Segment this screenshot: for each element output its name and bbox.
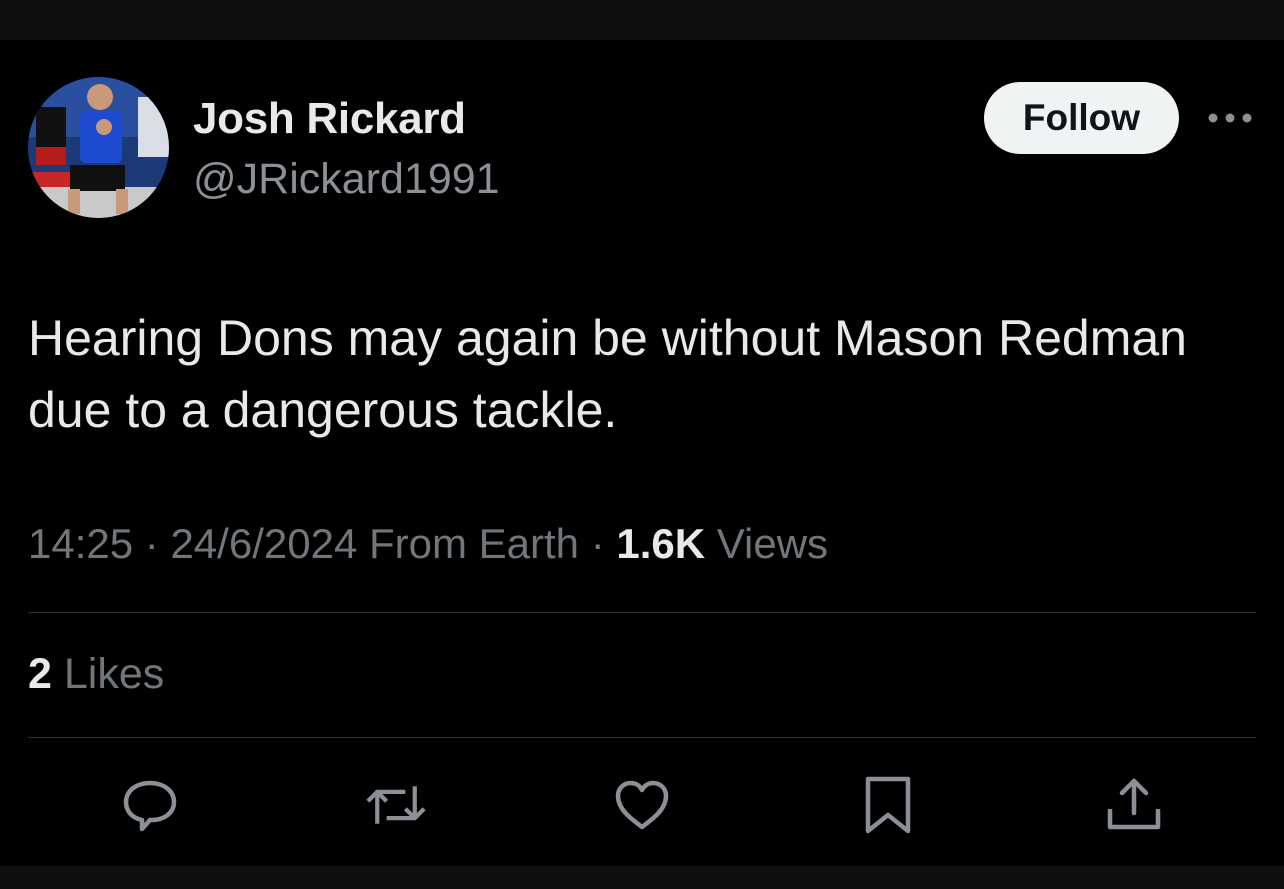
reply-button[interactable] bbox=[120, 775, 180, 835]
tweet-metadata: 14:25 · 24/6/2024 From Earth · 1.6K View… bbox=[28, 520, 828, 568]
like-button[interactable] bbox=[612, 775, 672, 835]
share-icon bbox=[1107, 778, 1161, 830]
tweet-text: Hearing Dons may again be without Mason … bbox=[28, 310, 1187, 438]
tweet-time[interactable]: 14:25 bbox=[28, 520, 133, 567]
views-count: 1.6K bbox=[616, 520, 706, 567]
divider bbox=[28, 612, 1256, 613]
retweet-button[interactable] bbox=[366, 775, 426, 835]
more-dots-icon[interactable] bbox=[1207, 104, 1253, 132]
likes-label: Likes bbox=[63, 650, 165, 698]
likes-count-link[interactable]: 2 Likes bbox=[28, 650, 164, 699]
meta-separator: · bbox=[590, 520, 605, 567]
follow-button[interactable]: Follow bbox=[984, 82, 1179, 154]
bookmark-button[interactable] bbox=[858, 775, 918, 835]
tweet-source: From Earth bbox=[368, 520, 580, 567]
tweet-date[interactable]: 24/6/2024 bbox=[170, 520, 357, 567]
meta-separator: · bbox=[144, 520, 159, 567]
likes-count: 2 bbox=[28, 650, 52, 698]
avatar[interactable] bbox=[28, 77, 169, 218]
status-bar bbox=[0, 0, 1284, 40]
retweet-icon bbox=[366, 786, 426, 824]
author-handle[interactable]: @JRickard1991 bbox=[193, 155, 500, 204]
bottom-divider-bar bbox=[0, 866, 1284, 889]
author-name[interactable]: Josh Rickard bbox=[193, 94, 466, 144]
views-label: Views bbox=[716, 520, 829, 567]
bookmark-icon bbox=[865, 776, 911, 834]
reply-icon bbox=[123, 780, 177, 832]
like-heart-icon bbox=[615, 780, 669, 830]
divider bbox=[28, 737, 1256, 738]
share-button[interactable] bbox=[1104, 775, 1164, 835]
profile-photo bbox=[28, 77, 169, 218]
